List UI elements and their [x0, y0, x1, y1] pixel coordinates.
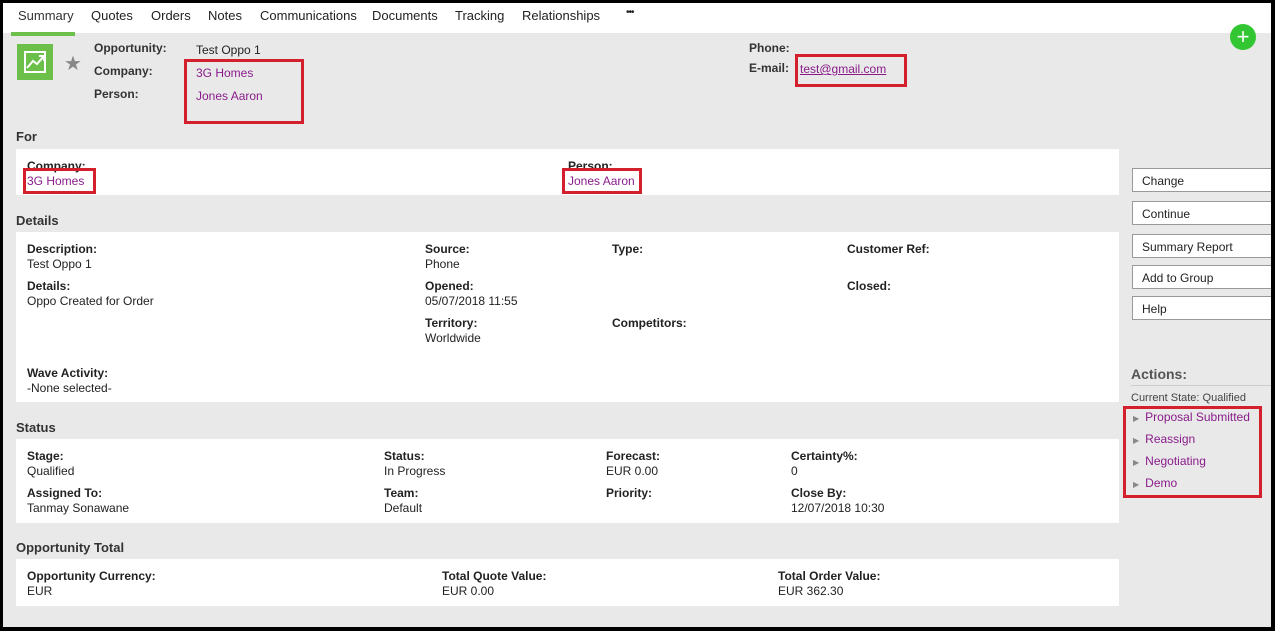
highlight-box — [795, 54, 907, 87]
close-by-value: 12/07/2018 10:30 — [791, 501, 885, 515]
highlight-box — [23, 168, 96, 194]
opportunity-label: Opportunity: — [94, 41, 167, 55]
phone-label: Phone: — [749, 41, 790, 55]
tab-documents[interactable]: Documents — [372, 8, 438, 23]
competitors-label: Competitors: — [612, 316, 687, 330]
priority-label: Priority: — [606, 486, 653, 500]
assigned-to-value: Tanmay Sonawane — [27, 501, 130, 515]
forecast-label: Forecast: — [606, 449, 661, 463]
tab-bar: Summary Quotes Orders Notes Communicatio… — [3, 3, 1271, 37]
total-order-label: Total Order Value: — [778, 569, 881, 583]
highlight-box — [184, 59, 304, 124]
currency-value: EUR — [27, 584, 53, 598]
more-tabs-icon[interactable]: ••• — [626, 7, 634, 18]
source-label: Source: — [425, 242, 470, 256]
opened-value: 05/07/2018 11:55 — [425, 294, 518, 308]
currency-label: Opportunity Currency: — [27, 569, 156, 583]
tab-quotes[interactable]: Quotes — [91, 8, 133, 23]
details-panel: Description: Test Oppo 1 Details: Oppo C… — [16, 232, 1119, 402]
highlight-box — [1123, 406, 1262, 498]
certainty-label: Certainty%: — [791, 449, 858, 463]
description-label: Description: — [27, 242, 98, 256]
actions-divider — [1131, 385, 1271, 386]
assigned-to-label: Assigned To: — [27, 486, 103, 500]
continue-button[interactable]: Continue — [1132, 201, 1271, 225]
total-section-title: Opportunity Total — [16, 540, 125, 555]
closed-label: Closed: — [847, 279, 892, 293]
company-label: Company: — [94, 64, 153, 78]
opportunity-icon — [17, 44, 53, 80]
email-label: E-mail: — [749, 61, 790, 75]
opened-label: Opened: — [425, 279, 474, 293]
tab-orders[interactable]: Orders — [151, 8, 191, 23]
summary-report-button[interactable]: Summary Report — [1132, 234, 1271, 258]
app-window: Summary Quotes Orders Notes Communicatio… — [0, 0, 1275, 631]
territory-label: Territory: — [425, 316, 478, 330]
close-by-label: Close By: — [791, 486, 847, 500]
details-value: Oppo Created for Order — [27, 294, 154, 308]
description-value: Test Oppo 1 — [27, 257, 92, 271]
team-value: Default — [384, 501, 423, 515]
help-button[interactable]: Help — [1132, 296, 1271, 320]
actions-title: Actions: — [1131, 366, 1187, 382]
add-button[interactable]: + — [1230, 24, 1256, 50]
tab-relationships[interactable]: Relationships — [522, 8, 600, 23]
for-section-title: For — [16, 129, 37, 144]
tab-summary[interactable]: Summary — [18, 8, 74, 23]
tab-notes[interactable]: Notes — [208, 8, 242, 23]
status-value: In Progress — [384, 464, 446, 478]
total-panel: Opportunity Currency: EUR Total Quote Va… — [16, 559, 1119, 606]
status-label: Status: — [384, 449, 425, 463]
certainty-value: 0 — [791, 464, 798, 478]
highlight-box — [562, 168, 642, 194]
source-value: Phone — [425, 257, 460, 271]
total-quote-value: EUR 0.00 — [442, 584, 495, 598]
status-panel: Stage: Qualified Assigned To: Tanmay Son… — [16, 439, 1119, 523]
total-order-value: EUR 362.30 — [778, 584, 844, 598]
change-button[interactable]: Change — [1132, 168, 1271, 192]
stage-value: Qualified — [27, 464, 75, 478]
territory-value: Worldwide — [425, 331, 481, 345]
person-label: Person: — [94, 87, 139, 101]
tab-communications[interactable]: Communications — [260, 8, 357, 23]
wave-activity-label: Wave Activity: — [27, 366, 109, 380]
tab-tracking[interactable]: Tracking — [455, 8, 504, 23]
type-label: Type: — [612, 242, 644, 256]
customer-ref-label: Customer Ref: — [847, 242, 930, 256]
details-label: Details: — [27, 279, 71, 293]
stage-label: Stage: — [27, 449, 64, 463]
active-tab-indicator — [11, 32, 75, 36]
total-quote-label: Total Quote Value: — [442, 569, 547, 583]
add-to-group-button[interactable]: Add to Group — [1132, 265, 1271, 289]
opportunity-value: Test Oppo 1 — [196, 43, 261, 57]
current-state-text: Current State: Qualified — [1131, 392, 1246, 404]
favorite-star-icon[interactable]: ★ — [64, 51, 82, 76]
wave-activity-value: -None selected- — [27, 381, 112, 395]
team-label: Team: — [384, 486, 419, 500]
details-section-title: Details — [16, 213, 59, 228]
status-section-title: Status — [16, 420, 56, 435]
forecast-value: EUR 0.00 — [606, 464, 659, 478]
summary-content: ★ Opportunity: Test Oppo 1 Company: 3G H… — [3, 24, 1271, 627]
